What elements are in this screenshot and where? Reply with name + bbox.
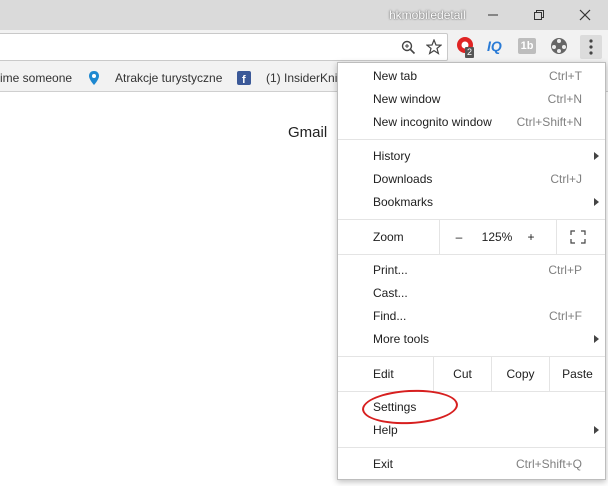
edit-label: Edit	[373, 367, 394, 381]
menu-item-label: Find...	[373, 309, 407, 323]
menu-item-history[interactable]: History	[338, 145, 605, 168]
menu-item-exit[interactable]: Exit Ctrl+Shift+Q	[338, 453, 605, 476]
menu-item-cast[interactable]: Cast...	[338, 282, 605, 305]
bookmark-item[interactable]: Atrakcje turystyczne	[115, 70, 222, 86]
map-pin-icon	[89, 71, 99, 85]
1b-extension-label: 1b	[518, 38, 536, 54]
zoom-icon[interactable]	[401, 40, 416, 55]
menu-item-label: New incognito window	[373, 115, 492, 129]
title-bar: hkmobiledetail	[0, 0, 608, 30]
zoom-divider	[556, 220, 557, 254]
menu-item-new-tab[interactable]: New tab Ctrl+T	[338, 65, 605, 88]
bookmark-item[interactable]: (1) InsiderKnic	[266, 70, 338, 86]
menu-separator	[338, 391, 605, 392]
chrome-menu: New tab Ctrl+T New window Ctrl+N New inc…	[337, 62, 606, 480]
minimize-icon	[488, 14, 498, 16]
address-bar[interactable]	[0, 33, 448, 61]
close-button[interactable]	[562, 0, 608, 30]
menu-item-new-window[interactable]: New window Ctrl+N	[338, 88, 605, 111]
zoom-level: 125%	[481, 230, 513, 244]
menu-item-shortcut: Ctrl+F	[549, 309, 582, 323]
restore-button[interactable]	[516, 0, 562, 30]
extension-badge: 2	[465, 47, 475, 58]
menu-item-label: New window	[373, 92, 441, 106]
menu-item-bookmarks[interactable]: Bookmarks	[338, 191, 605, 214]
menu-item-more-tools[interactable]: More tools	[338, 328, 605, 351]
menu-item-downloads[interactable]: Downloads Ctrl+J	[338, 168, 605, 191]
bookmark-item[interactable]: ime someone	[0, 70, 74, 86]
submenu-arrow-icon	[594, 198, 599, 206]
toolbar: 2 IQ 1b	[0, 30, 608, 64]
menu-item-print[interactable]: Print... Ctrl+P	[338, 259, 605, 282]
profile-name[interactable]: hkmobiledetail	[387, 6, 468, 24]
zoom-label: Zoom	[373, 230, 404, 244]
menu-item-label: More tools	[373, 332, 430, 346]
menu-separator	[338, 254, 605, 255]
menu-item-label: Downloads	[373, 172, 433, 186]
edit-row: Edit Cut Copy Paste	[338, 357, 605, 391]
menu-item-shortcut: Ctrl+N	[547, 92, 582, 106]
iq-extension-label: IQ	[487, 38, 502, 54]
menu-separator	[338, 139, 605, 140]
menu-separator	[338, 447, 605, 448]
gmail-link[interactable]: Gmail	[288, 124, 327, 141]
copy-button[interactable]: Copy	[492, 357, 549, 391]
iq-extension-icon[interactable]: IQ	[486, 36, 508, 58]
cut-button[interactable]: Cut	[434, 357, 491, 391]
chrome-menu-button[interactable]	[580, 35, 602, 59]
menu-item-label: Exit	[373, 457, 394, 471]
fullscreen-icon[interactable]	[570, 230, 586, 244]
menu-item-label: Bookmarks	[373, 195, 434, 209]
zoom-out-button[interactable]: –	[439, 220, 479, 254]
1b-extension-icon[interactable]: 1b	[518, 36, 540, 58]
zoom-in-button[interactable]: +	[513, 220, 549, 254]
restore-icon	[534, 10, 544, 20]
facebook-icon: f	[237, 71, 251, 85]
menu-item-label: Help	[373, 423, 398, 437]
paste-button[interactable]: Paste	[550, 357, 605, 391]
bookmark-star-icon[interactable]	[426, 39, 442, 55]
vivaldi-extension-icon[interactable]: 2	[455, 36, 477, 58]
submenu-arrow-icon	[594, 335, 599, 343]
menu-item-new-incognito-window[interactable]: New incognito window Ctrl+Shift+N	[338, 111, 605, 134]
menu-item-label: History	[373, 149, 411, 163]
submenu-arrow-icon	[594, 426, 599, 434]
svg-text:f: f	[242, 74, 246, 85]
close-icon	[579, 9, 591, 21]
minimize-button[interactable]	[470, 0, 516, 30]
more-vert-icon	[589, 39, 593, 55]
submenu-arrow-icon	[594, 152, 599, 160]
menu-item-label: New tab	[373, 69, 418, 83]
menu-item-shortcut: Ctrl+Shift+Q	[515, 457, 582, 471]
menu-item-help[interactable]: Help	[338, 419, 605, 442]
menu-item-find[interactable]: Find... Ctrl+F	[338, 305, 605, 328]
zoom-row: Zoom – 125% +	[338, 220, 605, 254]
menu-item-shortcut: Ctrl+Shift+N	[516, 115, 582, 129]
film-reel-extension-icon[interactable]	[549, 36, 571, 58]
menu-item-shortcut: Ctrl+P	[548, 263, 582, 277]
browser-window: hkmobiledetail 2 IQ 1b ime someone Atrak…	[0, 0, 608, 486]
menu-item-shortcut: Ctrl+T	[549, 69, 582, 83]
menu-item-label: Print...	[373, 263, 408, 277]
menu-item-label: Cast...	[373, 286, 408, 300]
menu-item-shortcut: Ctrl+J	[550, 172, 582, 186]
